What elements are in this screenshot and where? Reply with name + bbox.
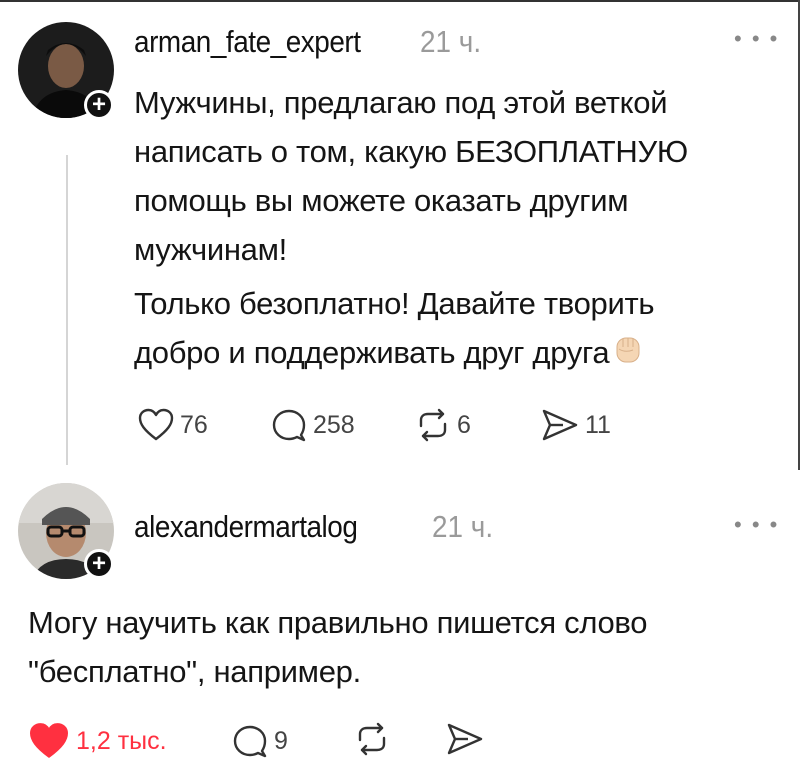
like-count: 76	[180, 410, 208, 439]
follow-button[interactable]: +	[84, 549, 114, 579]
like-count: 1,2 тыс.	[76, 726, 167, 755]
avatar[interactable]: +	[18, 22, 114, 120]
reply-text-line: "бесплатно", например.	[28, 654, 361, 689]
post-text-line: мужчинам!	[134, 232, 287, 267]
top-divider	[0, 0, 800, 2]
repost-icon	[358, 722, 386, 756]
post-username[interactable]: arman_fate_expert	[134, 24, 361, 60]
post-time: 21 ч.	[420, 24, 482, 59]
more-dots-icon[interactable]: • • •	[734, 26, 779, 52]
post-text: Мужчины, предлагаю под этой веткой напис…	[134, 78, 688, 274]
heart-icon	[30, 723, 68, 758]
comment-bubble-icon	[272, 409, 306, 442]
repost-icon	[419, 408, 447, 442]
follow-button[interactable]: +	[84, 90, 114, 120]
reply-text: Могу научить как правильно пишется слово…	[28, 598, 647, 696]
avatar[interactable]: +	[18, 483, 114, 579]
repost-button[interactable]	[354, 722, 390, 756]
plus-icon: +	[91, 91, 106, 118]
comment-button[interactable]: 258	[271, 408, 355, 442]
repost-count: 6	[457, 410, 471, 439]
reply-text-line: Могу научить как правильно пишется слово	[28, 605, 648, 640]
post-text-2: Только безоплатно! Давайте творить добро…	[134, 279, 655, 377]
repost-button[interactable]: 6	[415, 408, 471, 442]
thread-line	[66, 155, 68, 465]
comment-count: 9	[274, 726, 288, 755]
reply-time: 21 ч.	[432, 509, 494, 544]
comment-count: 258	[313, 410, 355, 439]
reply-username[interactable]: alexandermartalog	[134, 509, 358, 545]
share-button[interactable]: 11	[541, 408, 611, 442]
post-text-line: Только безоплатно! Давайте творить	[134, 286, 655, 321]
send-icon	[447, 723, 483, 755]
heart-icon	[138, 408, 174, 441]
send-icon	[542, 409, 578, 441]
like-button[interactable]: 76	[138, 408, 208, 442]
post-text-line: добро и поддерживать друг друга	[134, 335, 610, 370]
more-dots-icon[interactable]: • • •	[734, 512, 779, 538]
plus-icon: +	[91, 550, 106, 577]
post-text-line: написать о том, какую БЕЗОПЛАТНУЮ	[134, 134, 688, 169]
share-count: 11	[585, 410, 611, 439]
like-button[interactable]: 1,2 тыс.	[28, 722, 167, 760]
post-text-line: помощь вы можете оказать другим	[134, 183, 629, 218]
post-text-line: Мужчины, предлагаю под этой веткой	[134, 85, 668, 120]
post-text-line-with-emoji: добро и поддерживать друг друга	[134, 328, 654, 377]
share-button[interactable]	[446, 722, 484, 756]
raised-fist-emoji	[611, 332, 645, 366]
